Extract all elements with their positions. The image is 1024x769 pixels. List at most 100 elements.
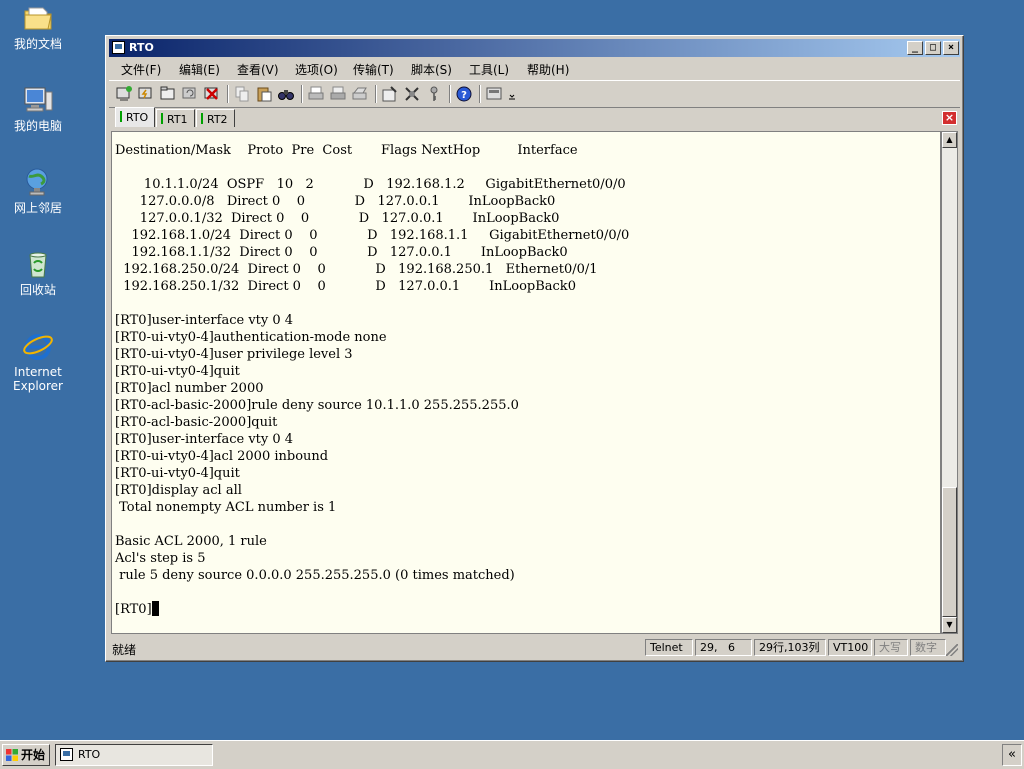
terminal-line: 127.0.0.1/32 Direct 0 0 D 127.0.0.1 InLo… bbox=[115, 211, 560, 226]
close-button[interactable]: × bbox=[943, 41, 959, 55]
toolbar-separator bbox=[227, 85, 229, 103]
toolbar-separator bbox=[375, 85, 377, 103]
tab-label: RT2 bbox=[207, 113, 228, 126]
terminal-line: [RT0-ui-vty0-4]acl 2000 inbound bbox=[115, 449, 329, 464]
vertical-scrollbar[interactable]: ▲ ▼ bbox=[941, 131, 958, 634]
tab-label: RTO bbox=[126, 111, 149, 124]
menu-tools[interactable]: 工具(L) bbox=[469, 61, 509, 78]
disconnect-icon[interactable] bbox=[203, 85, 221, 103]
terminal-line: Total nonempty ACL number is 1 bbox=[115, 500, 337, 515]
desktop-icon-label: 我的电脑 bbox=[13, 119, 62, 133]
terminal-prompt-line: [RT0] bbox=[115, 601, 629, 618]
terminal-line: [RT0]user-interface vty 0 4 bbox=[115, 313, 294, 328]
help-icon[interactable]: ? bbox=[455, 85, 473, 103]
menu-script[interactable]: 脚本(S) bbox=[411, 61, 452, 78]
title-bar[interactable]: RTO _ □ × bbox=[109, 39, 960, 57]
taskbar-item-rto[interactable]: RTO bbox=[55, 744, 213, 766]
menu-view[interactable]: 查看(V) bbox=[237, 61, 279, 78]
terminal-line: [RT0-acl-basic-2000]rule deny source 10.… bbox=[115, 398, 519, 413]
terminal-line: [RT0-ui-vty0-4]quit bbox=[115, 466, 240, 481]
desktop-icon-label: 网上邻居 bbox=[13, 201, 62, 215]
menu-transfer[interactable]: 传输(T) bbox=[353, 61, 394, 78]
scroll-thumb[interactable] bbox=[942, 487, 957, 617]
desktop-icon-label: 我的文档 bbox=[13, 37, 62, 51]
terminal-prompt: [RT0] bbox=[115, 602, 152, 617]
menu-file[interactable]: 文件(F) bbox=[121, 61, 161, 78]
tab-rto[interactable]: RTO bbox=[115, 107, 156, 127]
toolbar-separator bbox=[449, 85, 451, 103]
connected-indicator-icon bbox=[161, 113, 163, 124]
terminal-line: Basic ACL 2000, 1 rule bbox=[115, 534, 267, 549]
copy-icon[interactable] bbox=[233, 85, 251, 103]
chevron-down-icon[interactable] bbox=[507, 85, 517, 103]
print-selection-icon[interactable] bbox=[329, 85, 347, 103]
window-app-icon[interactable] bbox=[112, 41, 125, 54]
desktop-icon-my-computer[interactable]: 我的电脑 bbox=[4, 84, 72, 133]
connected-indicator-icon bbox=[120, 111, 122, 122]
folder-icon bbox=[22, 2, 54, 34]
status-num-lock: 数字 bbox=[910, 639, 946, 656]
print-icon[interactable] bbox=[307, 85, 325, 103]
window-app-icon bbox=[60, 748, 73, 761]
desktop-icon-label: Internet bbox=[14, 365, 62, 379]
menu-help[interactable]: 帮助(H) bbox=[527, 61, 569, 78]
terminal-line: [RT0-acl-basic-2000]quit bbox=[115, 415, 278, 430]
tab-rt2[interactable]: RT2 bbox=[196, 109, 235, 127]
windows-logo-icon bbox=[6, 749, 18, 761]
ie-icon bbox=[22, 330, 54, 362]
terminal-line: [RT0-ui-vty0-4]quit bbox=[115, 364, 240, 379]
menu-edit[interactable]: 编辑(E) bbox=[179, 61, 220, 78]
desktop-icon-recycle-bin[interactable]: 回收站 bbox=[4, 248, 72, 297]
maximize-button[interactable]: □ bbox=[925, 41, 941, 55]
reconnect-icon[interactable] bbox=[181, 85, 199, 103]
taskbar-item-label: RTO bbox=[78, 748, 101, 761]
status-emulation: VT100 bbox=[828, 639, 872, 656]
status-bar: 就绪 Telnet 29, 6 29行,103列 VT100 大写 数字 bbox=[109, 637, 960, 658]
terminal-screen[interactable]: Destination/Mask Proto Pre Cost Flags Ne… bbox=[111, 131, 941, 634]
text-cursor bbox=[151, 601, 159, 616]
tab-rt1[interactable]: RT1 bbox=[156, 109, 195, 127]
toolbar: ? bbox=[109, 80, 960, 108]
connected-indicator-icon bbox=[201, 113, 203, 124]
find-icon[interactable] bbox=[277, 85, 295, 103]
terminal-line: 192.168.1.0/24 Direct 0 0 D 192.168.1.1 … bbox=[115, 228, 630, 243]
terminal-line: 192.168.250.1/32 Direct 0 0 D 127.0.0.1 … bbox=[115, 279, 576, 294]
desktop-icon-network[interactable]: 网上邻居 bbox=[4, 166, 72, 215]
scroll-up-button[interactable]: ▲ bbox=[942, 132, 957, 148]
terminal-line: 192.168.1.1/32 Direct 0 0 D 127.0.0.1 In… bbox=[115, 245, 568, 260]
terminal-window: RTO _ □ × 文件(F) 编辑(E) 查看(V) 选项(O) 传输(T) … bbox=[105, 35, 964, 662]
connect-icon[interactable] bbox=[115, 85, 133, 103]
desktop-icon-label: 回收站 bbox=[19, 283, 56, 297]
desktop-icon-internet-explorer[interactable]: Internet Explorer bbox=[4, 330, 72, 393]
recycle-bin-icon bbox=[22, 248, 54, 280]
resize-grip-icon[interactable] bbox=[946, 644, 958, 656]
close-tab-button[interactable]: × bbox=[942, 111, 957, 125]
minimize-button[interactable]: _ bbox=[907, 41, 923, 55]
terminal-line: [RT0-ui-vty0-4]user privilege level 3 bbox=[115, 347, 353, 362]
terminal-line: Acl's step is 5 bbox=[115, 551, 206, 566]
window-title: RTO bbox=[129, 41, 154, 54]
tray-expand-button[interactable]: « bbox=[1002, 744, 1022, 766]
desktop-icon-my-documents[interactable]: 我的文档 bbox=[4, 2, 72, 51]
scroll-down-button[interactable]: ▼ bbox=[942, 617, 957, 633]
terminal-line: Destination/Mask Proto Pre Cost Flags Ne… bbox=[115, 143, 578, 158]
printer-icon[interactable] bbox=[351, 85, 369, 103]
start-label: 开始 bbox=[21, 748, 46, 762]
key-icon[interactable] bbox=[425, 85, 443, 103]
terminal-line: [RT0-ui-vty0-4]authentication-mode none bbox=[115, 330, 387, 345]
menu-options[interactable]: 选项(O) bbox=[295, 61, 338, 78]
session-options-icon[interactable] bbox=[381, 85, 399, 103]
start-button[interactable]: 开始 bbox=[2, 744, 50, 766]
connect-in-tab-icon[interactable] bbox=[159, 85, 177, 103]
paste-icon[interactable] bbox=[255, 85, 273, 103]
quick-connect-icon[interactable] bbox=[137, 85, 155, 103]
terminal-line: [RT0]display acl all bbox=[115, 483, 242, 498]
screen-icon[interactable] bbox=[485, 85, 503, 103]
taskbar: 开始 RTO « bbox=[0, 740, 1024, 769]
toolbar-separator bbox=[479, 85, 481, 103]
status-protocol: Telnet bbox=[645, 639, 693, 656]
global-options-icon[interactable] bbox=[403, 85, 421, 103]
